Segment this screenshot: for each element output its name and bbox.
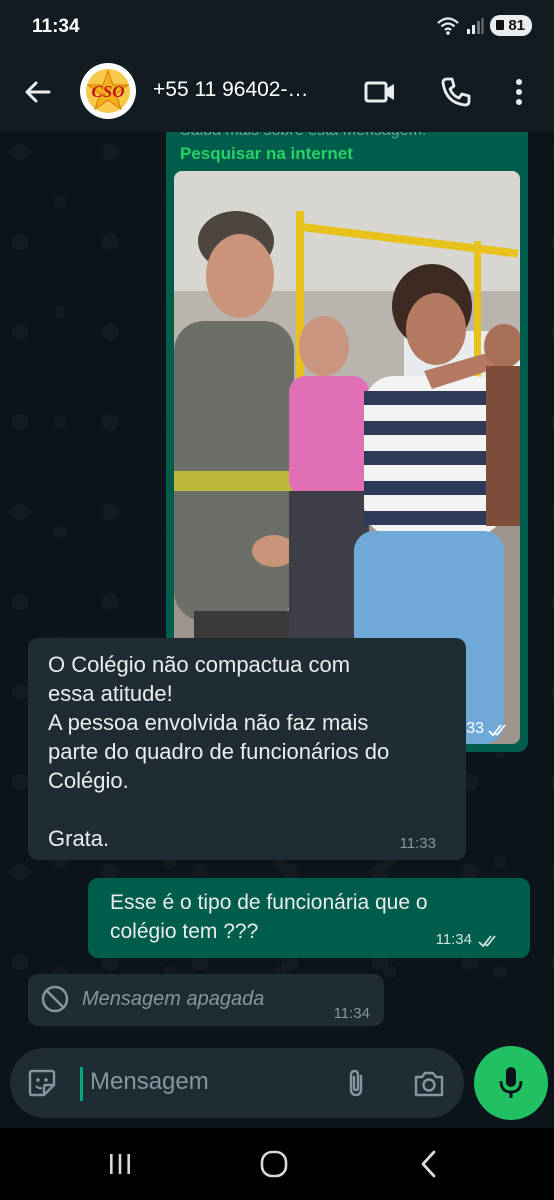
message-placeholder[interactable]: Mensagem — [90, 1068, 209, 1096]
chat-area[interactable]: Saiba mais sobre esta mensagem. Pesquisa… — [0, 132, 554, 1040]
status-bar: 11:34 81 — [0, 0, 554, 56]
status-icons: 81 — [436, 15, 532, 36]
search-web-link[interactable]: Pesquisar na internet — [180, 144, 353, 164]
message-input[interactable]: Mensagem — [10, 1048, 464, 1118]
nav-back-icon[interactable] — [410, 1146, 450, 1182]
wifi-icon — [437, 16, 460, 35]
status-time: 11:34 — [32, 16, 80, 37]
incoming-timestamp: 11:33 — [399, 835, 436, 852]
sticker-icon[interactable] — [26, 1067, 58, 1099]
deleted-timestamp: 11:34 — [333, 1005, 370, 1022]
contact-name[interactable]: +55 11 96402-… — [153, 78, 308, 102]
video-call-icon[interactable] — [362, 74, 398, 110]
recent-apps-icon[interactable] — [100, 1146, 140, 1182]
attach-icon[interactable] — [340, 1067, 372, 1099]
home-icon[interactable] — [254, 1146, 294, 1182]
striped-shirt — [364, 376, 504, 536]
text-cursor — [80, 1067, 83, 1101]
voice-message-button[interactable] — [474, 1046, 548, 1120]
back-arrow-icon[interactable] — [22, 76, 54, 108]
composer-bar: Mensagem — [0, 1040, 554, 1128]
outgoing-timestamp: 11:34 — [435, 931, 472, 948]
school-logo-icon: CSO — [82, 65, 134, 117]
read-ticks-icon — [478, 935, 496, 948]
more-options-icon[interactable] — [502, 74, 536, 110]
contact-avatar[interactable]: CSO — [80, 63, 136, 119]
deleted-message[interactable]: Mensagem apagada 11:34 — [28, 974, 384, 1026]
outgoing-message[interactable]: Esse é o tipo de funcionária que o colég… — [88, 878, 530, 958]
incoming-message-text: O Colégio não compactua com essa atitude… — [48, 652, 390, 851]
incoming-message[interactable]: O Colégio não compactua com essa atitude… — [28, 638, 466, 860]
camera-icon[interactable] — [412, 1067, 446, 1101]
microphone-icon — [499, 1067, 523, 1098]
chat-header: CSO +55 11 96402-… — [0, 56, 554, 132]
battery-level: 81 — [490, 15, 532, 36]
voice-call-icon[interactable] — [438, 74, 474, 110]
deleted-message-text: Mensagem apagada — [82, 988, 265, 1010]
prohibited-icon — [41, 985, 69, 1013]
forwarded-info-text: Saiba mais sobre esta mensagem. — [180, 132, 426, 140]
avatar-logo-text: CSO — [91, 82, 124, 101]
system-navigation-bar — [0, 1128, 554, 1200]
signal-icon — [467, 17, 484, 34]
read-ticks-icon — [488, 724, 506, 737]
